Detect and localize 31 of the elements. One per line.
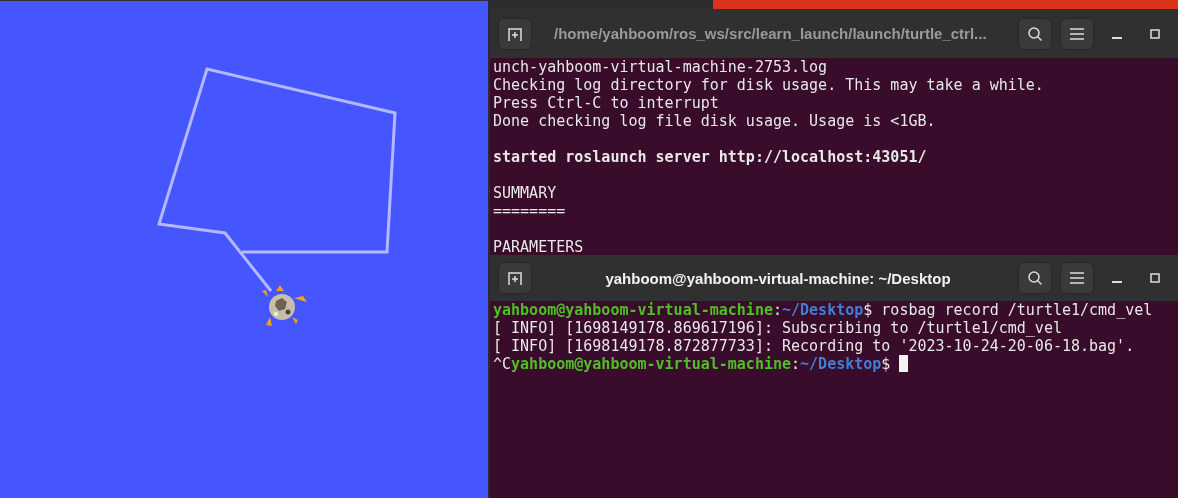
terminal-line: unch-yahboom-virtual-machine-2753.log [493, 58, 829, 76]
terminal-line: SUMMARY [493, 184, 558, 202]
turtle-icon [262, 285, 307, 326]
search-button[interactable] [1018, 262, 1052, 294]
minimize-icon [1112, 36, 1122, 39]
new-tab-icon [507, 25, 523, 42]
search-icon [1027, 25, 1043, 42]
minimize-icon [1112, 281, 1122, 283]
menu-button[interactable] [1060, 262, 1094, 294]
terminal-line: ^Cyahboom@yahboom-virtual-machine:~/Desktop$ [493, 355, 1175, 373]
terminal-line: yahboom@yahboom-virtual-machine:~/Desktop$ rosbag record /turtle1/cmd_vel [493, 301, 1154, 319]
search-button[interactable] [1018, 17, 1052, 50]
maximize-icon [1150, 273, 1160, 283]
terminal-line: Done checking log file disk usage. Usage is <1GB. [493, 112, 937, 130]
terminal-line: ======== [493, 202, 567, 220]
window-title: /home/yahboom/ros_ws/src/learn_launch/launch/turtle_ctrl... [553, 25, 988, 42]
new-tab-button[interactable] [498, 262, 532, 294]
terminal-line: [ INFO] [1698149178.869617196]: Subscribing to /turtle1/cmd_vel [493, 319, 1063, 337]
menu-icon [1070, 272, 1084, 284]
menu-button[interactable] [1060, 17, 1094, 50]
new-tab-icon [507, 270, 523, 286]
menu-icon [1070, 27, 1084, 40]
search-icon [1027, 270, 1043, 286]
window-title: yahboom@yahboom-virtual-machine: ~/Desktop [604, 269, 952, 287]
terminal-line: Checking log directory for disk usage. This may take a while. [493, 76, 1045, 94]
new-tab-button[interactable] [498, 17, 532, 50]
terminal-line: Press Ctrl-C to interrupt [493, 94, 720, 112]
terminal-line: started roslaunch server http://localhost:43051/ [493, 148, 928, 166]
maximize-icon [1150, 28, 1160, 39]
terminal-line: [ INFO] [1698149178.872877733]: Recording to '2023-10-24-20-06-18.bag'. [493, 337, 1136, 355]
terminal-line: PARAMETERS [493, 238, 585, 255]
